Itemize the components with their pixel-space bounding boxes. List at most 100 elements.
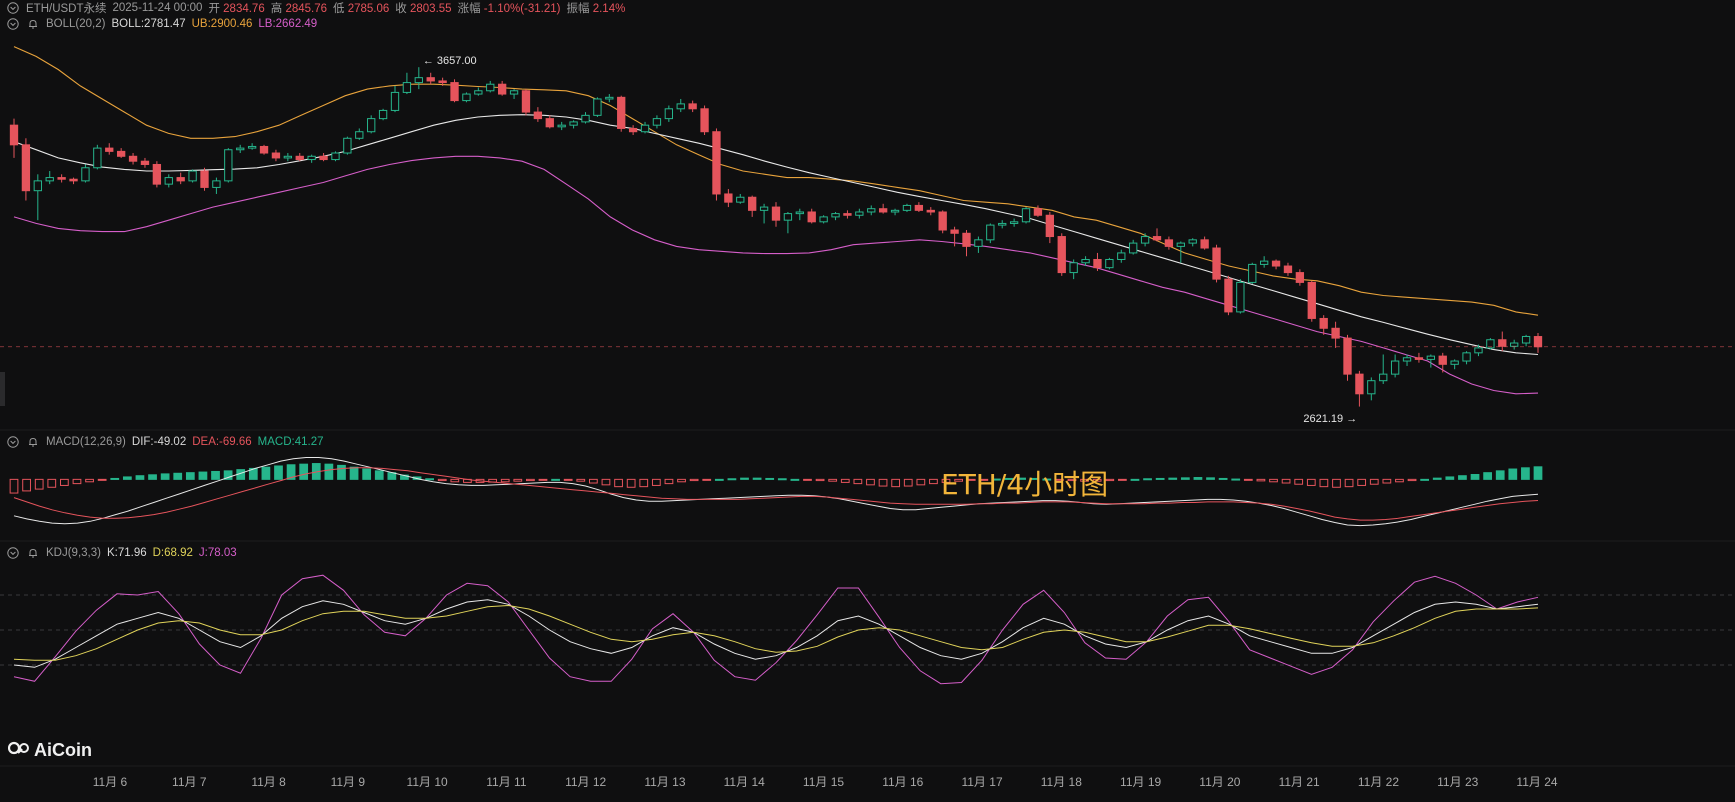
candle-body bbox=[319, 155, 328, 161]
change-value: -1.10%(-31.21) bbox=[483, 3, 561, 15]
candle-body bbox=[819, 216, 828, 223]
candle-body bbox=[283, 155, 293, 159]
macd-histogram-bar bbox=[1508, 468, 1518, 480]
macd-histogram-bar bbox=[198, 471, 208, 480]
low-price-marker: 2621.19 → bbox=[1303, 412, 1358, 425]
macd-histogram-bar bbox=[1218, 477, 1228, 480]
macd-histogram-bar bbox=[122, 476, 132, 480]
date-tick-label: 11月 18 bbox=[1040, 775, 1082, 789]
macd-dif-value: DIF:-49.02 bbox=[131, 436, 187, 448]
macd-histogram-bar bbox=[1256, 478, 1266, 482]
candle-body bbox=[962, 232, 971, 247]
chevron-circle-icon[interactable] bbox=[6, 1, 20, 15]
candle-body bbox=[1164, 239, 1174, 247]
candle-body bbox=[295, 155, 304, 161]
chevron-circle-icon[interactable] bbox=[6, 546, 20, 560]
macd-histogram-bar bbox=[337, 464, 346, 480]
macd-histogram-bar bbox=[677, 478, 686, 483]
amp-value: 2.14% bbox=[592, 3, 626, 15]
price-scroll-handle[interactable] bbox=[0, 372, 5, 406]
macd-histogram-bar bbox=[840, 478, 850, 483]
kdj-j-line bbox=[13, 574, 1539, 685]
candle-body bbox=[974, 239, 983, 247]
candle-body bbox=[259, 145, 269, 154]
boll-ub-value: UB:2900.46 bbox=[191, 18, 253, 30]
macd-histogram-bar bbox=[1407, 478, 1417, 482]
macd-histogram-bar bbox=[853, 478, 863, 485]
alarm-icon[interactable] bbox=[26, 546, 40, 560]
macd-histogram-bar bbox=[790, 478, 800, 481]
candle-body bbox=[1355, 373, 1364, 395]
macd-histogram-bar bbox=[614, 478, 623, 488]
candle-body bbox=[224, 149, 233, 182]
candle-body bbox=[1438, 355, 1447, 365]
low-value: 2785.06 bbox=[347, 3, 390, 15]
macd-histogram-bar bbox=[1533, 466, 1543, 480]
candle-body bbox=[724, 193, 733, 203]
candle-body bbox=[855, 211, 864, 216]
candle-body bbox=[1200, 239, 1209, 249]
candle-body bbox=[521, 90, 531, 113]
chevron-circle-icon[interactable] bbox=[6, 17, 20, 31]
candle-body bbox=[140, 160, 150, 165]
candle-body bbox=[1414, 357, 1424, 360]
chart-watermark: ETH/4小时图 bbox=[941, 468, 1109, 501]
macd-histogram-bar bbox=[702, 478, 712, 481]
candle-body bbox=[402, 82, 412, 93]
alarm-icon[interactable] bbox=[26, 17, 40, 31]
macd-histogram-bar bbox=[803, 478, 812, 481]
candle-body bbox=[21, 144, 31, 192]
macd-histogram-bar bbox=[740, 477, 749, 480]
boll-lb-value: LB:2662.49 bbox=[258, 18, 318, 30]
logo-text: AiCoin bbox=[34, 740, 92, 760]
candle-body bbox=[581, 114, 590, 123]
candle-body bbox=[1009, 221, 1019, 224]
date-tick-label: 11月 6 bbox=[92, 775, 128, 789]
candle-body bbox=[236, 147, 245, 151]
kdj-j-value: J:78.03 bbox=[198, 547, 237, 559]
macd-histogram-bar bbox=[1458, 475, 1467, 480]
candle-body bbox=[1533, 336, 1543, 348]
macd-histogram-bar bbox=[148, 474, 157, 480]
datetime-label: 2025-11-24 00:00 bbox=[112, 2, 203, 14]
macd-histogram-bar bbox=[1382, 478, 1392, 484]
macd-histogram-bar bbox=[173, 472, 183, 480]
candle-body bbox=[128, 155, 138, 162]
candle-body bbox=[81, 167, 90, 182]
candle-body bbox=[57, 177, 66, 180]
candle-body bbox=[771, 206, 781, 221]
macd-histogram-bar bbox=[97, 478, 107, 481]
alarm-icon[interactable] bbox=[26, 435, 40, 449]
chevron-circle-icon[interactable] bbox=[6, 435, 20, 449]
kdj-k-value: K:71.96 bbox=[106, 547, 147, 559]
candle-body bbox=[152, 163, 162, 185]
candle-body bbox=[950, 229, 959, 234]
boll-mid-value: BOLL:2781.47 bbox=[111, 18, 186, 30]
candle-body bbox=[628, 127, 638, 133]
macd-histogram-bar bbox=[929, 478, 938, 485]
macd-histogram-bar bbox=[135, 475, 145, 480]
chart-stage[interactable] bbox=[0, 0, 1735, 797]
macd-histogram-bar bbox=[828, 478, 838, 482]
candle-body bbox=[617, 96, 626, 129]
candle-body bbox=[545, 118, 554, 128]
candle-body bbox=[1033, 208, 1043, 216]
candle-body bbox=[462, 93, 471, 102]
kdj-header: KDJ(9,3,3) K:71.96 D:68.92 J:78.03 bbox=[6, 545, 237, 561]
candle-body bbox=[426, 77, 435, 82]
candle-body bbox=[1248, 263, 1257, 283]
macd-histogram-bar bbox=[1319, 478, 1329, 488]
macd-histogram-bar bbox=[1395, 478, 1404, 483]
candle-body bbox=[748, 196, 757, 211]
candle-body bbox=[1295, 272, 1305, 283]
candle-body bbox=[1117, 252, 1126, 260]
date-tick-label: 11月 10 bbox=[406, 775, 448, 789]
macd-histogram-bar bbox=[185, 472, 195, 480]
candle-body bbox=[795, 211, 804, 215]
macd-histogram-bar bbox=[1155, 477, 1165, 480]
chart-canvas[interactable] bbox=[0, 0, 1735, 797]
macd-histogram-bar bbox=[903, 478, 913, 487]
macd-histogram-bar bbox=[1495, 470, 1505, 480]
date-tick-label: 11月 12 bbox=[565, 775, 607, 789]
candle-body bbox=[1283, 265, 1293, 274]
